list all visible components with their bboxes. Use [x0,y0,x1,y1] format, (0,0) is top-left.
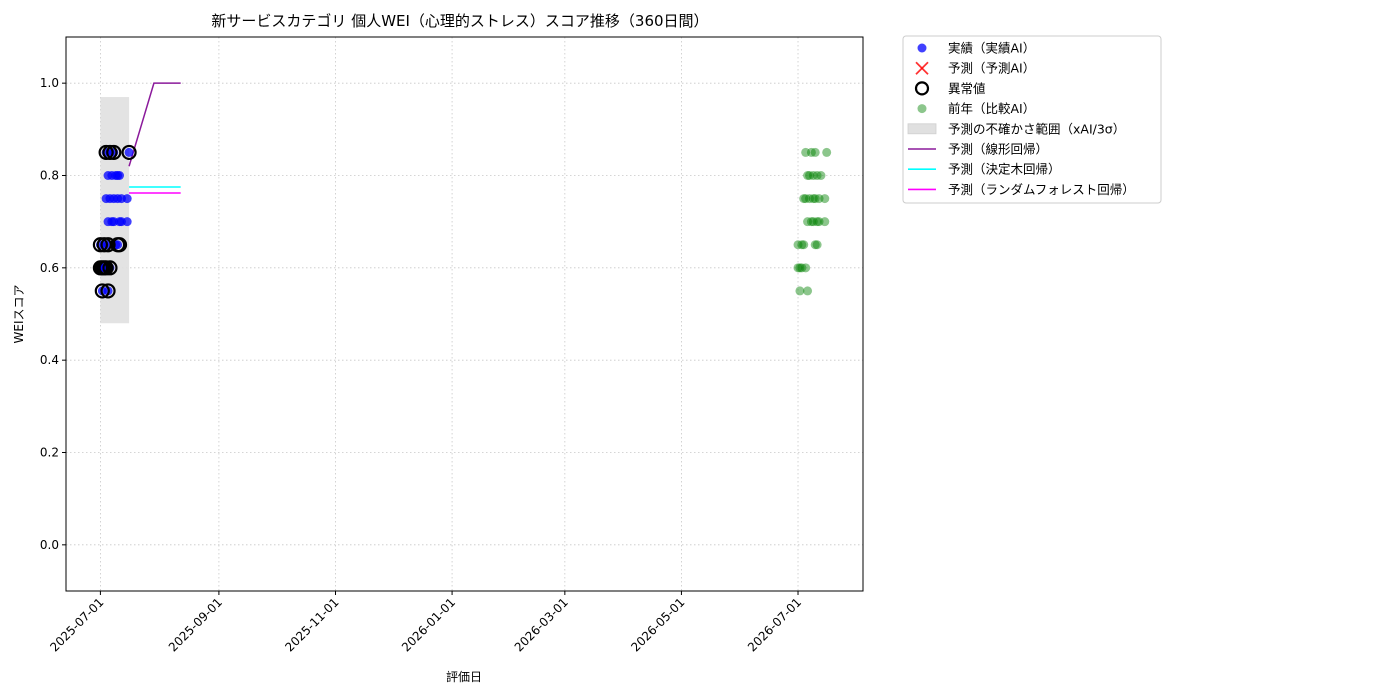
y-axis-title: WEIスコア [12,285,26,344]
legend-marker-dot [917,104,927,114]
chart-title: 新サービスカテゴリ 個人WEI（心理的ストレス）スコア推移（360日間） [211,12,708,30]
previous-year-point [820,217,830,227]
previous-year-point [820,194,830,204]
previous-year-point [799,240,809,250]
x-tick-label: 2026-07-01 [745,595,804,654]
legend-label: 予測の不確かさ範囲（xAI/3σ） [948,121,1125,136]
legend-label: 予測（線形回帰） [948,142,1048,157]
prediction-lines-layer [128,82,181,194]
y-tick-label: 1.0 [40,76,59,90]
y-tick-label: 0.4 [40,353,59,367]
legend: 実績（実績AI） 予測（予測AI） 異常値前年（比較AI） 予測の不確かさ範囲（xAI… [902,35,1162,204]
plot-frame [65,36,864,592]
y-tick-label: 0.0 [40,538,59,552]
actual-point [122,217,132,227]
previous-year-point [816,171,826,180]
chart-container: 新サービスカテゴリ 個人WEI（心理的ストレス）スコア推移（360日間） 202… [0,0,1400,700]
previous-year-point [803,286,813,296]
x-axis-ticks: 2025-07-01 2025-09-01 2025-11-01 2026-01-01… [47,591,804,654]
legend-label: 予測（予測AI） [948,61,1035,76]
y-tick-label: 0.8 [40,169,59,183]
legend-marker-dot [917,43,927,53]
previous-year-point [801,263,811,273]
previous-year-point [812,240,822,250]
previous-year-point [822,147,832,157]
y-tick-label: 0.6 [40,261,59,275]
previous-year-point [810,147,820,157]
legend-label: 実績（実績AI） [948,41,1035,56]
legend-label: 前年（比較AI） [948,101,1035,116]
points-layer [92,144,832,299]
prediction-line-1 [128,82,181,167]
x-tick-label: 2026-05-01 [628,595,687,654]
grid [66,37,863,591]
x-tick-label: 2025-09-01 [166,595,225,654]
x-axis-title: 評価日 [446,669,482,684]
actual-point [124,147,134,157]
legend-marker-band [907,123,937,135]
actual-point [122,194,132,204]
y-tick-label: 0.2 [40,446,59,460]
x-tick-label: 2025-11-01 [282,595,341,654]
x-tick-label: 2026-03-01 [512,595,571,654]
x-tick-label: 2026-01-01 [399,595,458,654]
x-tick-label: 2025-07-01 [47,595,106,654]
legend-label: 異常値 [948,81,986,96]
legend-label: 予測（決定木回帰） [948,162,1061,177]
legend-label: 予測（ランダムフォレスト回帰） [948,182,1135,197]
y-axis-ticks: 0.0 0.2 0.4 0.6 0.8 1.0 [40,76,66,552]
actual-point [115,171,125,180]
chart-svg: 新サービスカテゴリ 個人WEI（心理的ストレス）スコア推移（360日間） 202… [12,12,1162,684]
